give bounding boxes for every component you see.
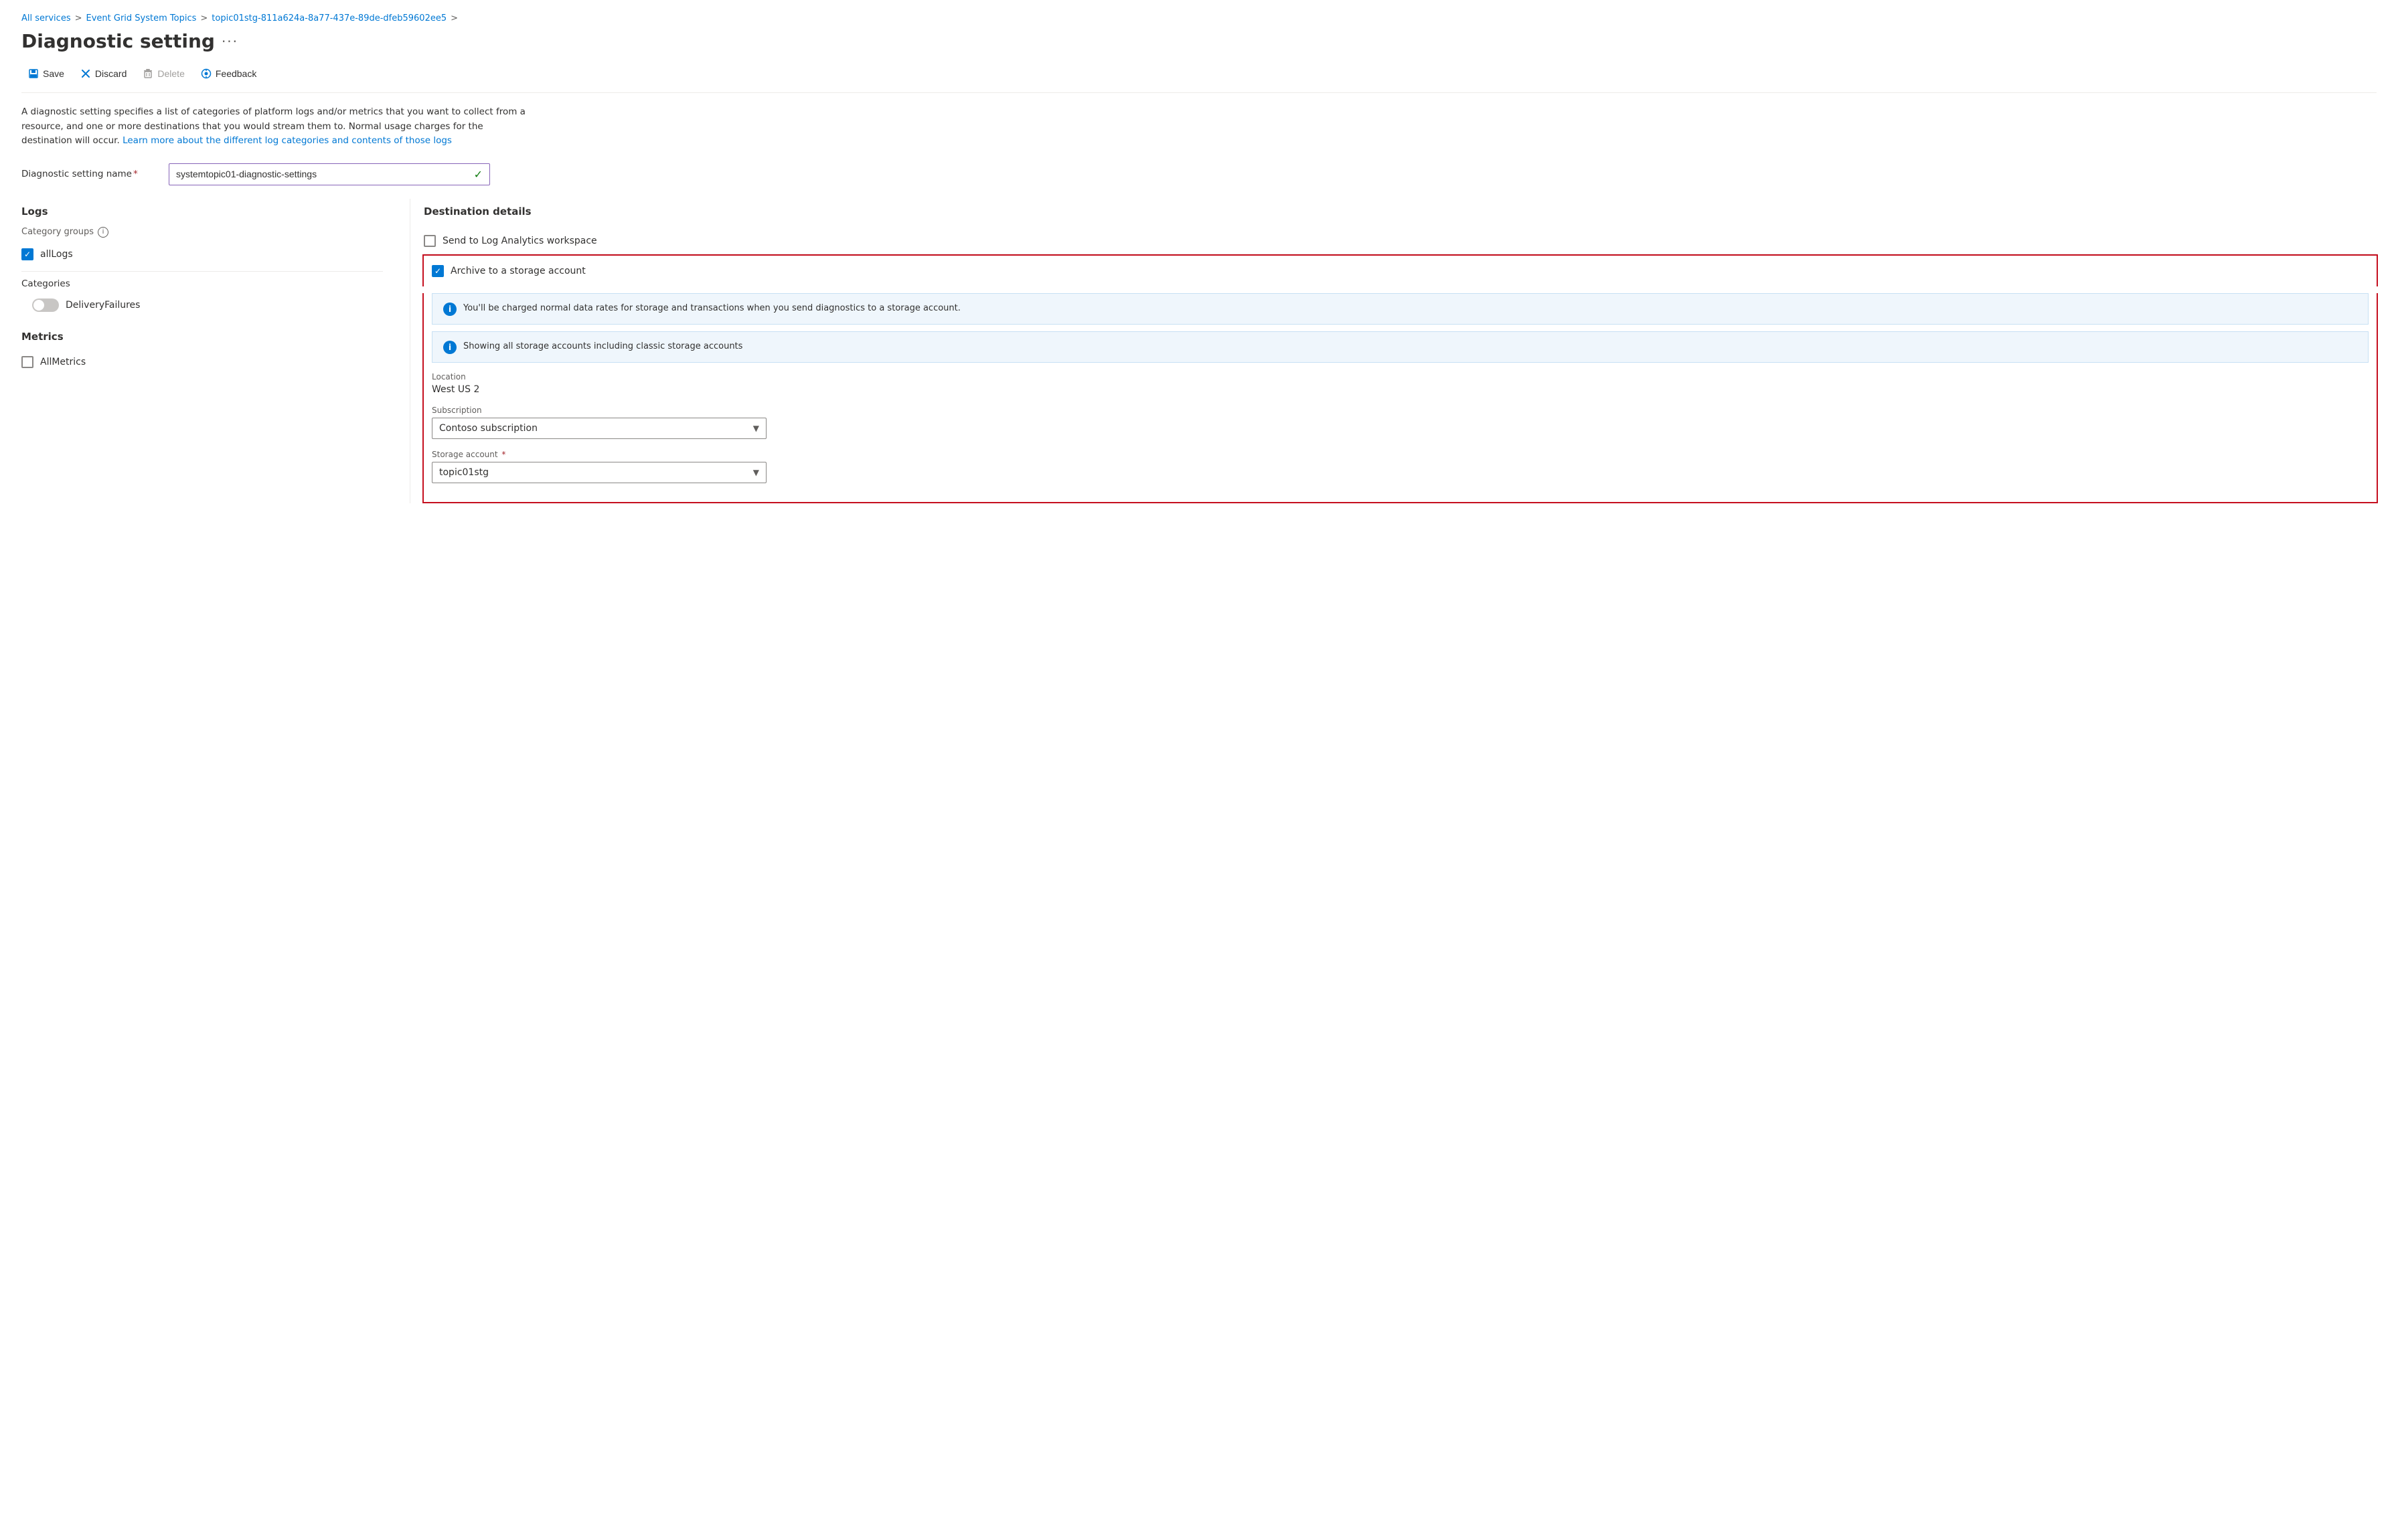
description-block: A diagnostic setting specifies a list of… xyxy=(21,105,530,149)
save-icon xyxy=(28,68,39,79)
storage-accounts-info-icon: i xyxy=(443,341,457,354)
storage-account-group: Storage account * topic01stg ▼ xyxy=(432,450,2369,483)
storage-accounts-info-box: i Showing all storage accounts including… xyxy=(432,331,2369,363)
discard-button[interactable]: Discard xyxy=(74,64,133,83)
diag-name-required: * xyxy=(133,169,138,179)
breadcrumb-event-grid[interactable]: Event Grid System Topics xyxy=(86,13,197,23)
toolbar: Save Discard Delete xyxy=(21,64,2377,93)
subscription-group: Subscription Contoso subscription ▼ xyxy=(432,406,2369,439)
location-label: Location xyxy=(432,372,2369,381)
form-layout: Logs Category groups i allLogs Categorie… xyxy=(21,199,2377,503)
storage-account-label: Storage account * xyxy=(432,450,2369,459)
save-label: Save xyxy=(43,68,64,79)
logs-divider xyxy=(21,271,383,272)
storage-account-value: topic01stg xyxy=(439,467,489,478)
feedback-label: Feedback xyxy=(216,68,256,79)
storage-account-chevron-icon: ▼ xyxy=(753,468,759,477)
breadcrumb-all-services[interactable]: All services xyxy=(21,13,71,23)
save-button[interactable]: Save xyxy=(21,64,71,83)
delivery-failures-row: DeliveryFailures xyxy=(21,296,383,315)
metrics-section-title: Metrics xyxy=(21,331,383,343)
check-icon: ✓ xyxy=(474,168,483,181)
diag-name-label: Diagnostic setting name* xyxy=(21,169,155,179)
right-panel: Destination details Send to Log Analytic… xyxy=(410,199,2377,503)
all-logs-label: allLogs xyxy=(40,249,73,260)
diag-name-input[interactable] xyxy=(176,169,474,179)
log-analytics-label: Send to Log Analytics workspace xyxy=(443,236,597,246)
log-analytics-checkbox[interactable] xyxy=(424,235,436,247)
all-logs-checkbox-wrapper[interactable]: allLogs xyxy=(21,248,73,260)
discard-label: Discard xyxy=(95,68,127,79)
delete-icon xyxy=(143,68,153,79)
logs-section-title: Logs xyxy=(21,205,383,218)
log-analytics-row: Send to Log Analytics workspace xyxy=(424,228,2377,254)
subscription-value: Contoso subscription xyxy=(439,423,538,434)
description-link[interactable]: Learn more about the different log categ… xyxy=(123,135,452,146)
subscription-chevron-icon: ▼ xyxy=(753,424,759,433)
archive-checkbox[interactable] xyxy=(432,265,444,277)
all-metrics-row: AllMetrics xyxy=(21,352,383,372)
category-groups-label: Category groups i xyxy=(21,227,383,238)
location-group: Location West US 2 xyxy=(432,372,2369,395)
category-groups-info-icon[interactable]: i xyxy=(98,227,108,238)
all-metrics-checkbox[interactable] xyxy=(21,356,33,368)
archive-section: Archive to a storage account xyxy=(422,254,2378,286)
feedback-button[interactable]: Feedback xyxy=(194,64,263,83)
delivery-failures-label: DeliveryFailures xyxy=(66,300,140,311)
log-analytics-checkbox-wrapper[interactable]: Send to Log Analytics workspace xyxy=(424,235,597,247)
subscription-label: Subscription xyxy=(432,406,2369,415)
charges-info-text: You'll be charged normal data rates for … xyxy=(463,302,961,315)
feedback-icon xyxy=(201,68,212,79)
breadcrumb-sep-3: > xyxy=(451,13,458,23)
left-panel: Logs Category groups i allLogs Categorie… xyxy=(21,199,410,503)
breadcrumb-sep-1: > xyxy=(75,13,82,23)
dest-section-title: Destination details xyxy=(424,205,2377,218)
archive-row: Archive to a storage account xyxy=(432,261,2369,281)
archive-content: i You'll be charged normal data rates fo… xyxy=(422,293,2378,503)
page-title-ellipsis[interactable]: ··· xyxy=(222,33,238,50)
page-title-container: Diagnostic setting ··· xyxy=(21,30,2377,52)
delete-button[interactable]: Delete xyxy=(136,64,191,83)
diag-name-row: Diagnostic setting name* ✓ xyxy=(21,163,2377,185)
storage-account-dropdown[interactable]: topic01stg ▼ xyxy=(432,462,767,483)
categories-label: Categories xyxy=(21,278,383,289)
discard-icon xyxy=(80,68,91,79)
all-metrics-checkbox-wrapper[interactable]: AllMetrics xyxy=(21,356,86,368)
page-title: Diagnostic setting xyxy=(21,30,215,52)
delete-label: Delete xyxy=(157,68,184,79)
all-metrics-label: AllMetrics xyxy=(40,357,86,367)
all-logs-checkbox[interactable] xyxy=(21,248,33,260)
archive-label: Archive to a storage account xyxy=(451,266,586,276)
breadcrumb-topic[interactable]: topic01stg-811a624a-8a77-437e-89de-dfeb5… xyxy=(212,13,447,23)
charges-info-box: i You'll be charged normal data rates fo… xyxy=(432,293,2369,325)
breadcrumb-sep-2: > xyxy=(200,13,208,23)
storage-account-required: * xyxy=(501,450,505,459)
location-value: West US 2 xyxy=(432,384,2369,395)
breadcrumb: All services > Event Grid System Topics … xyxy=(21,13,2377,23)
archive-checkbox-wrapper[interactable]: Archive to a storage account xyxy=(432,265,586,277)
subscription-dropdown[interactable]: Contoso subscription ▼ xyxy=(432,418,767,439)
all-logs-row: allLogs xyxy=(21,244,383,264)
delivery-failures-toggle[interactable] xyxy=(32,298,59,312)
diag-name-input-wrapper: ✓ xyxy=(169,163,490,185)
charges-info-icon: i xyxy=(443,303,457,316)
storage-accounts-info-text: Showing all storage accounts including c… xyxy=(463,340,742,353)
